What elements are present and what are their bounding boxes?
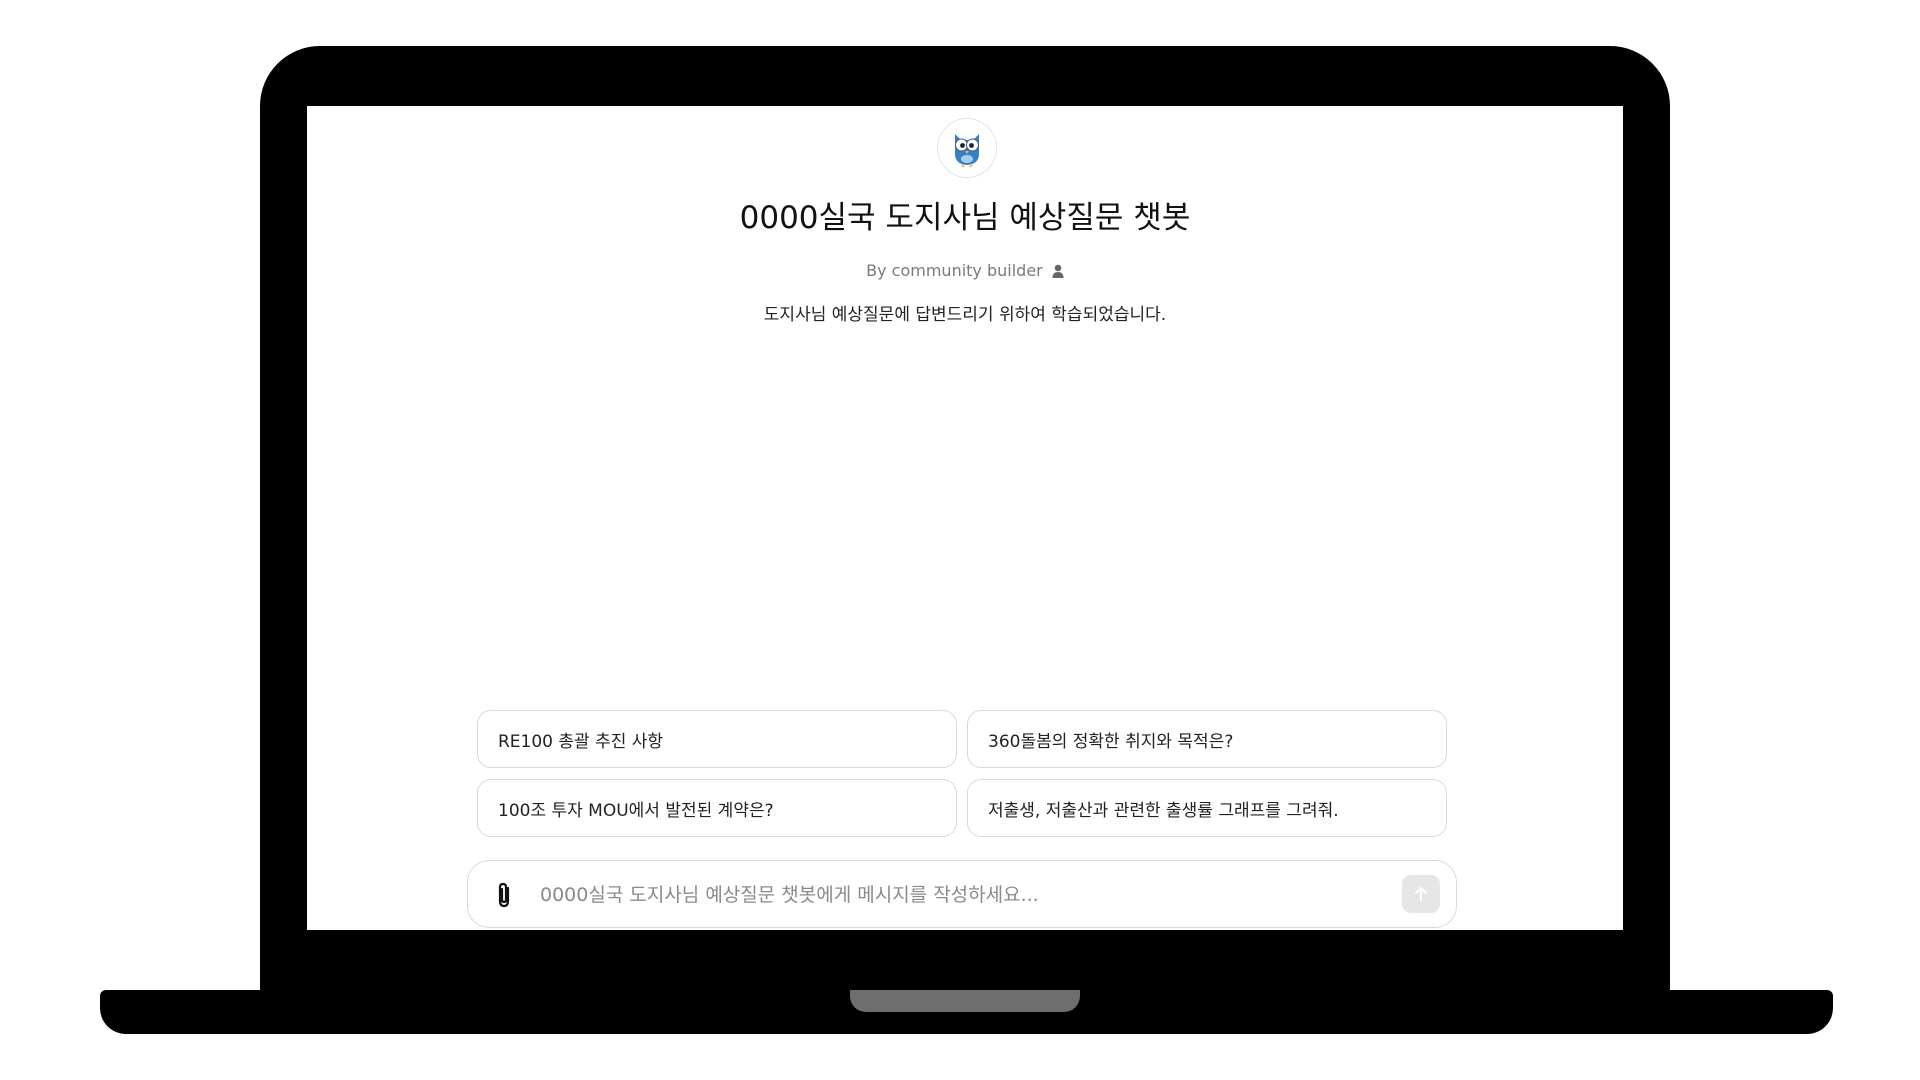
- message-composer: [467, 860, 1457, 928]
- person-icon: [1052, 264, 1064, 278]
- suggestion-label: RE100 총괄 추진 사항: [498, 731, 664, 752]
- gpt-description: 도지사님 예상질문에 답변드리기 위하여 학습되었습니다.: [763, 305, 1167, 325]
- gpt-byline[interactable]: By community builder: [307, 261, 1623, 280]
- laptop-mockup: 0000실국 도지사님 예상질문 챗봇 By community builder…: [0, 0, 1920, 1080]
- laptop-notch: [850, 990, 1080, 1012]
- suggestion-label: 저출생, 저출산과 관련한 출생률 그래프를 그려줘.: [988, 800, 1339, 821]
- chat-screen: 0000실국 도지사님 예상질문 챗봇 By community builder…: [307, 106, 1623, 930]
- owl-icon: [955, 134, 979, 168]
- suggestion-chip[interactable]: RE100 총괄 추진 사항: [477, 710, 957, 768]
- arrow-up-icon: [1415, 887, 1427, 901]
- suggestion-label: 100조 투자 MOU에서 발전된 계약은?: [498, 800, 774, 821]
- send-button[interactable]: [1402, 875, 1440, 913]
- paperclip-icon: [498, 882, 510, 908]
- suggestion-chip[interactable]: 저출생, 저출산과 관련한 출생률 그래프를 그려줘.: [967, 779, 1447, 837]
- suggestion-chip[interactable]: 100조 투자 MOU에서 발전된 계약은?: [477, 779, 957, 837]
- suggestion-label: 360돌봄의 정확한 취지와 목적은?: [988, 731, 1234, 752]
- suggestion-grid: RE100 총괄 추진 사항 360돌봄의 정확한 취지와 목적은? 100조 …: [477, 710, 1447, 837]
- message-input[interactable]: [538, 875, 1362, 915]
- suggestion-chip[interactable]: 360돌봄의 정확한 취지와 목적은?: [967, 710, 1447, 768]
- gpt-avatar: [937, 118, 997, 178]
- byline-text: By community builder: [866, 261, 1043, 280]
- gpt-title: 0000실국 도지사님 예상질문 챗봇: [739, 200, 1191, 236]
- attach-button[interactable]: [492, 881, 516, 909]
